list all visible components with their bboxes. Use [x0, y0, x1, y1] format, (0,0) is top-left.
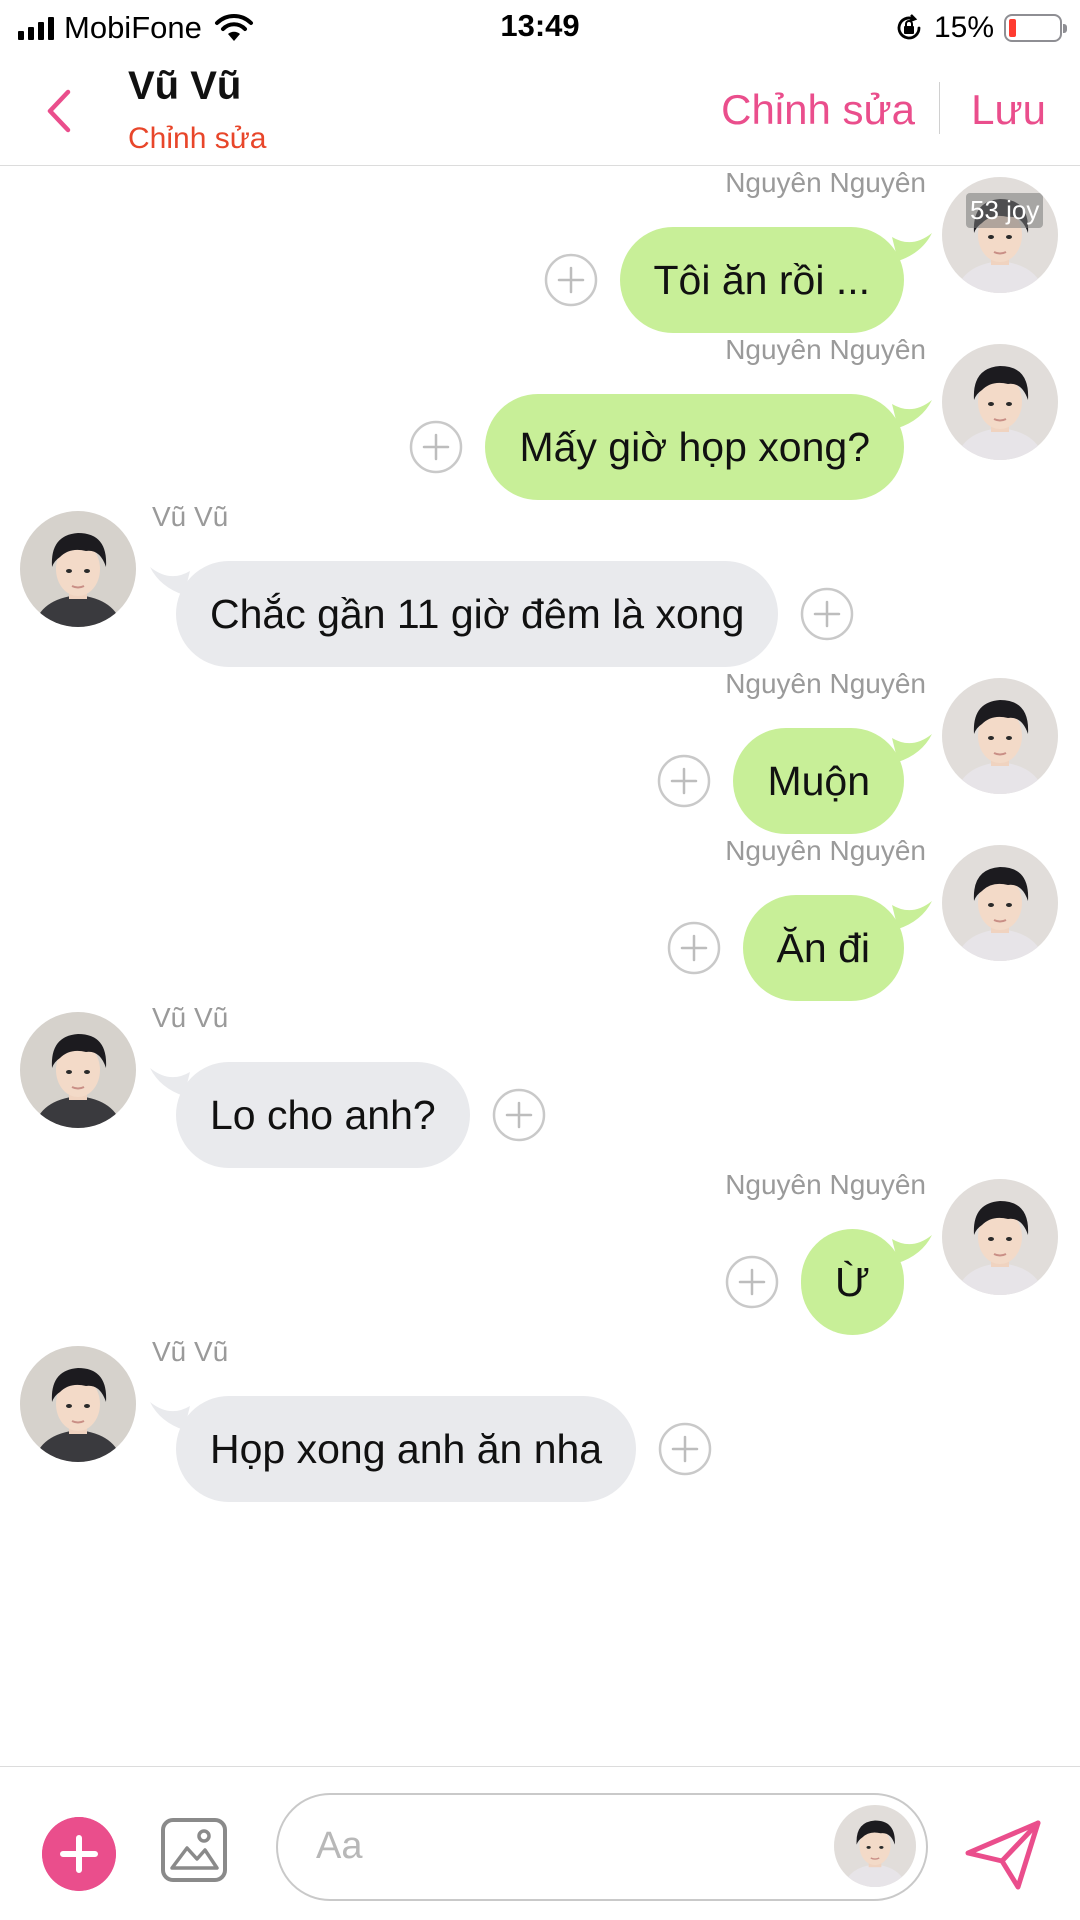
back-button[interactable]	[40, 86, 76, 136]
battery-percent: 15%	[933, 11, 994, 44]
add-reaction-icon[interactable]	[492, 1088, 546, 1142]
add-reaction-icon[interactable]	[658, 1422, 712, 1476]
battery-level	[1009, 19, 1016, 37]
message-sender-name: Nguyên Nguyên	[725, 167, 926, 198]
watermark: 53 joy	[966, 193, 1044, 228]
message-sender-name: Nguyên Nguyên	[725, 668, 926, 699]
sender-avatar-selector[interactable]	[834, 1805, 916, 1887]
avatar[interactable]	[20, 511, 136, 627]
avatar[interactable]: 53 joy	[942, 177, 1058, 293]
message-sender-name: Nguyên Nguyên	[725, 1169, 926, 1200]
status-bar: MobiFone 13:49 15%	[0, 0, 1080, 56]
message-sender-name: Vũ Vũ	[152, 1336, 229, 1367]
conversation-subtitle[interactable]: Chỉnh sửa	[128, 122, 267, 156]
add-reaction-icon[interactable]	[544, 253, 598, 307]
header-divider	[938, 82, 940, 134]
add-reaction-icon[interactable]	[409, 420, 463, 474]
message-bubble[interactable]: Họp xong anh ăn nha	[176, 1396, 637, 1502]
chat-header: Vũ Vũ Chỉnh sửa Chỉnh sửa Lưu	[0, 56, 1080, 166]
message-sender-name: Vũ Vũ	[152, 501, 229, 532]
message-bubble[interactable]: Chắc gần 11 giờ đêm là xong	[176, 561, 779, 667]
send-button[interactable]	[964, 1819, 1042, 1891]
message-list[interactable]: Nguyên Nguyên 53 joy Tôi ăn rồi ... Nguyên …	[0, 167, 1080, 1765]
message-sender-name: Vũ Vũ	[152, 1002, 229, 1033]
orientation-lock-icon	[897, 14, 921, 40]
message-bubble[interactable]: Lo cho anh?	[176, 1062, 470, 1168]
conversation-title: Vũ Vũ	[128, 64, 242, 108]
message-bubble[interactable]: Ăn đi	[742, 895, 904, 1001]
add-button[interactable]	[42, 1817, 116, 1891]
message-input[interactable]: Aa	[276, 1793, 928, 1901]
avatar[interactable]	[942, 344, 1058, 460]
avatar[interactable]	[942, 678, 1058, 794]
message-sender-name: Nguyên Nguyên	[725, 334, 926, 365]
add-reaction-icon[interactable]	[667, 921, 721, 975]
add-reaction-icon[interactable]	[800, 587, 854, 641]
save-button[interactable]: Lưu	[971, 86, 1046, 134]
composer-bar: Aa	[0, 1766, 1080, 1920]
avatar[interactable]	[942, 1179, 1058, 1295]
add-reaction-icon[interactable]	[657, 754, 711, 808]
message-input-placeholder: Aa	[316, 1825, 363, 1867]
avatar[interactable]	[20, 1346, 136, 1462]
message-bubble[interactable]: Muộn	[733, 728, 904, 834]
avatar[interactable]	[20, 1012, 136, 1128]
status-right: 15%	[894, 10, 1067, 46]
battery-icon	[1004, 14, 1067, 42]
edit-button[interactable]: Chỉnh sửa	[721, 86, 915, 134]
message-bubble[interactable]: Ừ	[800, 1229, 904, 1335]
message-sender-name: Nguyên Nguyên	[725, 835, 926, 866]
message-bubble[interactable]: Mấy giờ họp xong?	[485, 394, 904, 500]
message-bubble[interactable]: Tôi ăn rồi ...	[619, 227, 904, 333]
image-button[interactable]	[160, 1817, 228, 1883]
add-reaction-icon[interactable]	[725, 1255, 779, 1309]
avatar[interactable]	[942, 845, 1058, 961]
